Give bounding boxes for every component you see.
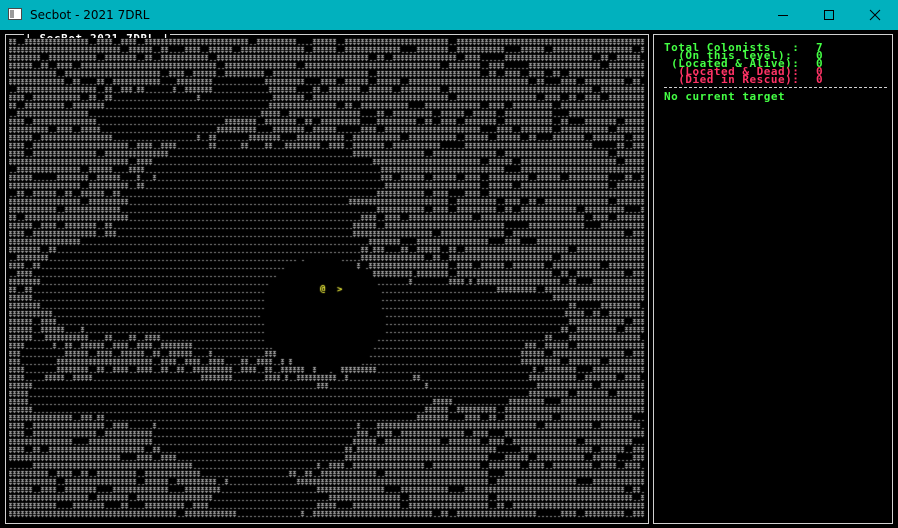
colonist-stats: Total Colonists :7 (On this level): 0 (Lo… xyxy=(664,42,890,103)
dungeon-map[interactable] xyxy=(9,38,647,522)
minimize-icon xyxy=(778,15,788,16)
maximize-icon xyxy=(824,10,834,20)
game-console[interactable]: | SecBot 2021 7DRL | Total Colonists :7 … xyxy=(0,30,898,528)
close-button[interactable] xyxy=(852,0,898,30)
status-panel xyxy=(653,34,893,524)
window-title: Secbot - 2021 7DRL xyxy=(30,8,150,22)
app-icon xyxy=(8,8,22,20)
stat-died-in-rescue: (Died in Rescue): 0 xyxy=(664,73,824,86)
close-icon xyxy=(869,9,881,21)
minimize-button[interactable] xyxy=(760,0,806,30)
maximize-button[interactable] xyxy=(806,0,852,30)
current-target: No current target xyxy=(664,90,786,103)
title-bar: Secbot - 2021 7DRL xyxy=(0,0,898,30)
